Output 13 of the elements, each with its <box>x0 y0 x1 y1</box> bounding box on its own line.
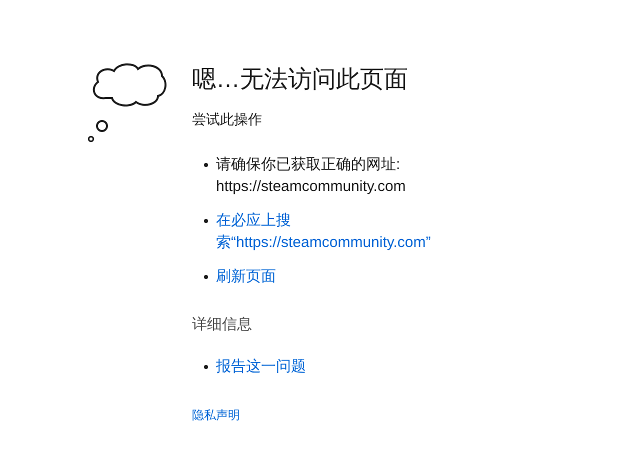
suggestion-link[interactable]: 在必应上搜索“https://steamcommunity.com” <box>216 210 461 254</box>
bullet-icon <box>204 365 208 370</box>
details-heading: 详细信息 <box>192 314 253 335</box>
suggestion-link[interactable]: 报告这一问题 <box>216 356 306 378</box>
suggestion-link[interactable]: 刷新页面 <box>216 266 276 288</box>
bullet-icon <box>204 162 208 167</box>
page-title: 嗯…无法访问此页面 <box>192 66 409 95</box>
suggestion-text: 请确保你已获取正确的网址: https://steamcommunity.com <box>216 154 407 197</box>
bullet-icon <box>204 218 208 223</box>
thought-cloud-icon <box>88 62 168 144</box>
section-heading: 尝试此操作 <box>192 110 263 129</box>
privacy-link[interactable]: 隐私声明 <box>192 406 240 424</box>
bullet-icon <box>204 274 208 279</box>
